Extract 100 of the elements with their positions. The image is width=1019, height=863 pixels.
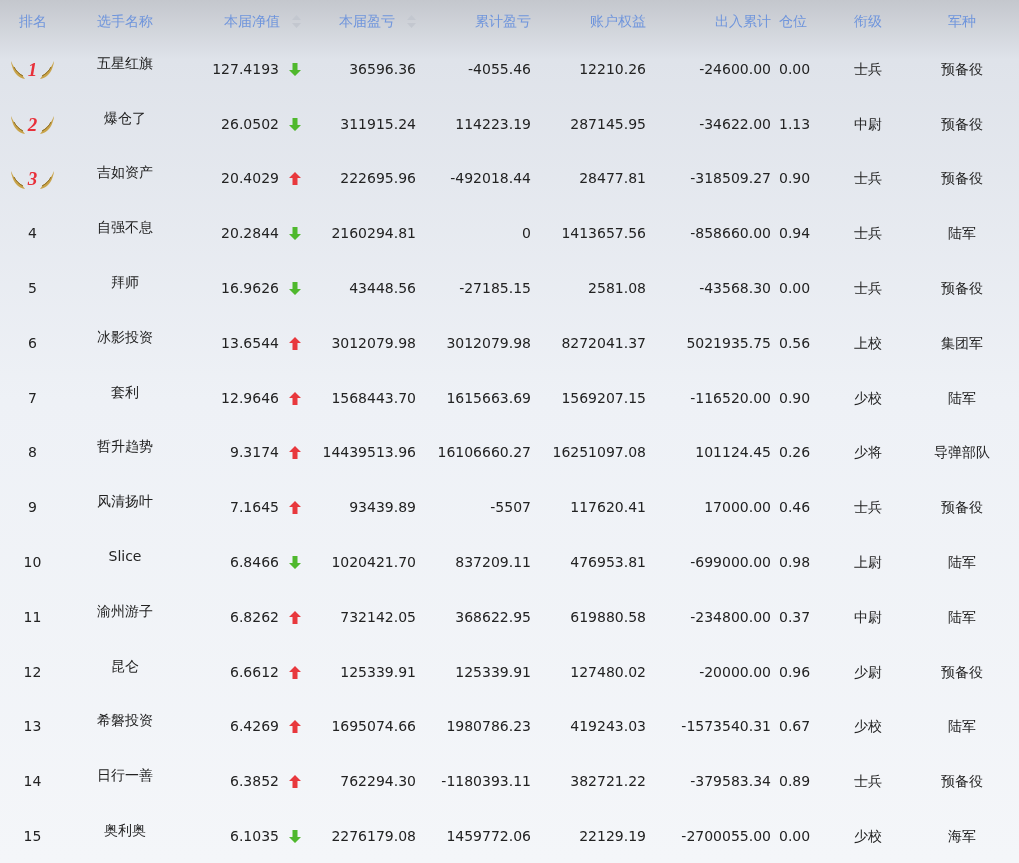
account-equity: 2581.08	[588, 279, 646, 299]
net-flow: 101124.45	[695, 443, 771, 463]
rank-number: 13	[23, 717, 42, 737]
player-name: 爆仓了	[104, 108, 146, 128]
rank-title: 中尉	[853, 114, 882, 134]
position-ratio: 0.00	[779, 827, 811, 847]
profit-loss: 311915.24	[340, 114, 416, 134]
net-value: 127.4193	[212, 59, 279, 79]
rank-title: 少尉	[853, 662, 882, 682]
profit-loss: 36596.36	[349, 59, 416, 79]
position-ratio: 0.00	[779, 59, 811, 79]
player-name: Slice	[108, 547, 142, 567]
rank-title: 士兵	[853, 772, 882, 792]
account-equity: 22129.19	[579, 827, 646, 847]
cumulative-profit-loss: -4055.46	[468, 59, 531, 79]
branch: 海军	[948, 827, 976, 847]
profit-loss: 2276179.08	[331, 827, 416, 847]
column-header: 衔级	[853, 11, 882, 31]
player-name: 套利	[111, 382, 139, 402]
player-name: 日行一善	[97, 766, 153, 786]
rank-number: 14	[23, 772, 42, 792]
profit-loss: 43448.56	[349, 279, 416, 299]
net-value: 6.8466	[230, 553, 279, 573]
rank-title: 上尉	[853, 553, 882, 573]
account-equity: 117620.41	[570, 498, 646, 518]
rank-title: 少校	[853, 388, 882, 408]
account-equity: 619880.58	[570, 607, 646, 627]
profit-loss: 3012079.98	[331, 333, 416, 353]
player-name: 冰影投资	[97, 327, 153, 347]
profit-loss: 762294.30	[340, 772, 416, 792]
net-value: 13.6544	[221, 333, 279, 353]
rank-title: 中尉	[853, 607, 882, 627]
account-equity: 127480.02	[570, 662, 646, 682]
branch: 预备役	[941, 114, 983, 134]
branch: 陆军	[948, 224, 976, 244]
rank-number: 11	[23, 607, 42, 627]
medal-badge: 3	[9, 168, 56, 190]
net-flow: -34622.00	[699, 114, 771, 134]
account-equity: 1569207.15	[561, 388, 646, 408]
net-flow: 5021935.75	[686, 333, 771, 353]
account-equity: 16251097.08	[552, 443, 646, 463]
player-name: 哲升趋势	[97, 437, 153, 457]
player-name: 希磐投资	[97, 711, 153, 731]
column-header: 本届净值	[224, 11, 280, 31]
branch: 预备役	[941, 772, 983, 792]
player-name: 奥利奥	[104, 821, 146, 841]
account-equity: 1413657.56	[561, 224, 646, 244]
player-name: 风清扬叶	[97, 492, 153, 512]
branch: 预备役	[941, 498, 983, 518]
cumulative-profit-loss: 16106660.27	[437, 443, 531, 463]
net-value: 6.8262	[230, 607, 279, 627]
branch: 陆军	[948, 388, 976, 408]
rank-title: 士兵	[853, 169, 882, 189]
position-ratio: 0.98	[779, 553, 811, 573]
net-value: 16.9626	[221, 279, 279, 299]
net-value: 9.3174	[230, 443, 279, 463]
rank-number: 4	[28, 224, 37, 244]
cumulative-profit-loss: 0	[522, 224, 531, 244]
net-flow: -858660.00	[690, 224, 771, 244]
column-header: 出入累计	[715, 11, 771, 31]
profit-loss: 125339.91	[340, 662, 416, 682]
cumulative-profit-loss: 114223.19	[455, 114, 531, 134]
position-ratio: 0.96	[779, 662, 811, 682]
position-ratio: 0.46	[779, 498, 811, 518]
net-value: 6.6612	[230, 662, 279, 682]
rank-title: 少将	[853, 443, 882, 463]
profit-loss: 93439.89	[349, 498, 416, 518]
net-flow: 17000.00	[704, 498, 771, 518]
rank-number: 10	[23, 553, 42, 573]
branch: 预备役	[941, 169, 983, 189]
rank-number: 8	[28, 443, 37, 463]
player-name: 五星红旗	[97, 53, 153, 73]
net-flow: -1573540.31	[681, 717, 771, 737]
net-value: 26.0502	[221, 114, 279, 134]
medal-badge: 2	[9, 113, 56, 136]
net-flow: -699000.00	[690, 553, 771, 573]
player-name: 拜师	[111, 273, 139, 293]
profit-loss: 1568443.70	[331, 388, 416, 408]
account-equity: 382721.22	[570, 772, 646, 792]
rank-title: 上校	[853, 333, 882, 353]
player-name: 吉如资产	[97, 163, 153, 183]
rank-number: 9	[28, 498, 37, 518]
rank-number: 7	[28, 388, 37, 408]
profit-loss: 222695.96	[340, 169, 416, 189]
net-value: 12.9646	[221, 388, 279, 408]
branch: 预备役	[941, 662, 983, 682]
account-equity: 28477.81	[579, 169, 646, 189]
account-equity: 8272041.37	[561, 333, 646, 353]
account-equity: 12210.26	[579, 59, 646, 79]
position-ratio: 0.26	[779, 443, 811, 463]
net-flow: -116520.00	[690, 388, 771, 408]
player-name: 自强不息	[97, 218, 153, 238]
branch: 预备役	[941, 59, 983, 79]
account-equity: 476953.81	[570, 553, 646, 573]
position-ratio: 0.37	[779, 607, 811, 627]
column-header: 军种	[948, 11, 976, 31]
net-value: 6.3852	[230, 772, 279, 792]
net-flow: -20000.00	[699, 662, 771, 682]
column-header: 选手名称	[97, 11, 153, 31]
net-flow: -43568.30	[699, 279, 771, 299]
